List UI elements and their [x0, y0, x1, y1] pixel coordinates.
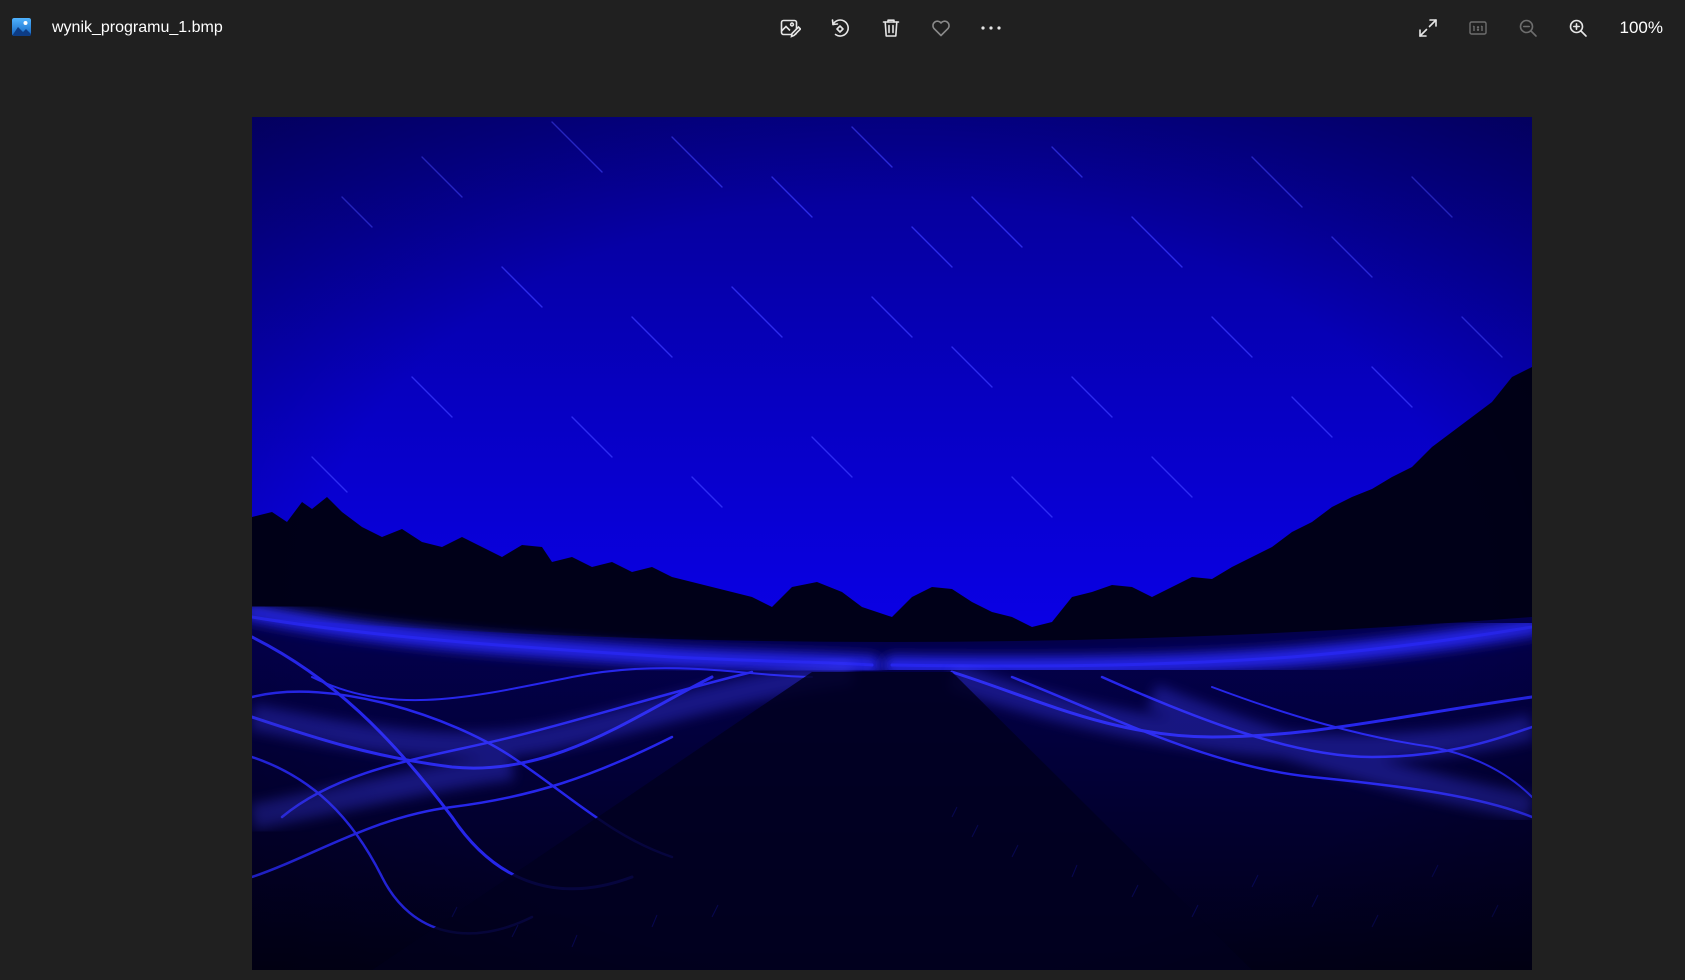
displayed-image — [252, 117, 1532, 970]
toolbar: wynik_programu_1.bmp 100% — [0, 0, 1685, 56]
more-options-icon — [979, 17, 1003, 39]
file-name: wynik_programu_1.bmp — [52, 19, 223, 36]
favorite-icon — [930, 17, 952, 39]
zoom-out-button[interactable] — [1510, 10, 1546, 46]
actual-size-button[interactable] — [1460, 10, 1496, 46]
zoom-in-button[interactable] — [1560, 10, 1596, 46]
rotate-icon — [829, 17, 851, 39]
delete-button[interactable] — [873, 10, 909, 46]
actual-size-icon — [1467, 17, 1489, 39]
fullscreen-button[interactable] — [1410, 10, 1446, 46]
delete-icon — [880, 17, 902, 39]
zoom-level[interactable]: 100% — [1620, 17, 1663, 39]
zoom-in-icon — [1567, 17, 1589, 39]
more-options-button[interactable] — [973, 10, 1009, 46]
image-viewport[interactable] — [0, 56, 1685, 980]
rotate-button[interactable] — [822, 10, 858, 46]
photos-app-icon — [12, 18, 31, 36]
fullscreen-icon — [1417, 17, 1439, 39]
favorite-button[interactable] — [923, 10, 959, 46]
edit-image-button[interactable] — [772, 10, 808, 46]
zoom-out-icon — [1517, 17, 1539, 39]
edit-image-icon — [779, 17, 801, 39]
photo-viewer-window: wynik_programu_1.bmp 100% — [0, 0, 1685, 980]
